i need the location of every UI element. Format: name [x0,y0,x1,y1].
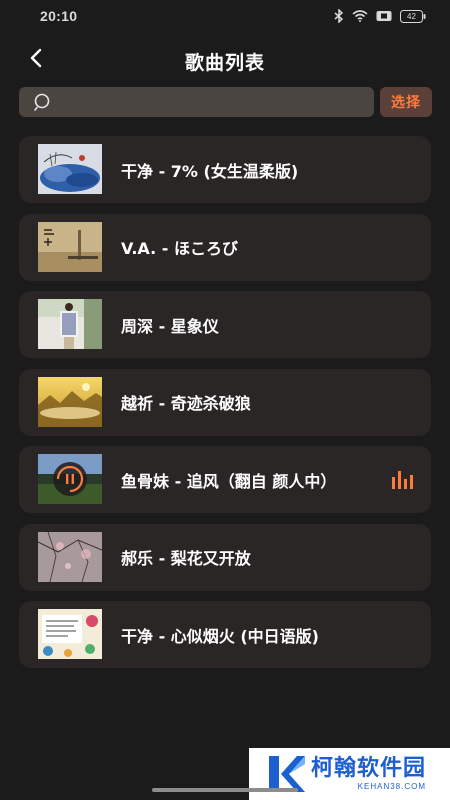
page-title: 歌曲列表 [184,52,265,74]
song-title: 干净 - 心似烟火 (中日语版) [121,626,319,646]
watermark: 柯翰软件园 KEHAN38.COM [249,748,450,800]
album-cover [38,531,102,582]
select-button[interactable]: 选择 [380,87,432,117]
song-item[interactable]: 越祈 - 奇迹杀破狼 [19,368,431,436]
song-item[interactable]: 周深 - 星象仪 [19,291,431,358]
watermark-url: KEHAN38.COM [357,781,427,791]
watermark-text: 柯翰软件园 KEHAN38.COM [311,755,427,791]
playing-equalizer-icon [391,469,413,489]
album-cover [38,144,102,194]
search-icon [33,92,53,112]
song-title: 郝乐 - 梨花又开放 [121,549,251,568]
status-icons: 42 [334,9,426,23]
wifi-icon [352,10,368,22]
song-item[interactable]: 郝乐 - 梨花又开放 [19,523,431,591]
screen: 20:10 42 歌曲列表 选择 干净 - 7% (女生温柔版) V.A. - … [0,0,450,800]
song-item[interactable]: V.A. - ほころび [19,213,431,281]
song-item[interactable]: 干净 - 心似烟火 (中日语版) [19,601,431,668]
bluetooth-icon [334,9,344,23]
album-cover [38,376,102,427]
song-title: 鱼骨妹 - 追风（翻自 颜人中） [121,471,337,491]
song-title: 周深 - 星象仪 [121,316,219,336]
song-list: 干净 - 7% (女生温柔版) V.A. - ほころび 周深 - 星象仪 越祈 … [19,136,431,679]
header: 歌曲列表 [0,40,450,80]
album-cover [38,221,102,272]
song-title: V.A. - ほころび [121,239,238,258]
status-time: 20:10 [40,8,78,24]
search-box[interactable] [19,87,374,117]
song-item[interactable]: 干净 - 7% (女生温柔版) [19,136,431,203]
search-input[interactable] [53,88,374,116]
home-indicator[interactable] [152,788,298,792]
song-item[interactable]: 鱼骨妹 - 追风（翻自 颜人中） [19,446,431,513]
album-cover [38,299,102,349]
album-cover [38,609,102,659]
battery-icon: 42 [400,9,426,23]
album-cover [38,454,102,504]
search-row: 选择 [19,87,433,117]
song-title: 干净 - 7% (女生温柔版) [121,161,299,181]
screen-record-icon [376,10,392,22]
song-title: 越祈 - 奇迹杀破狼 [121,394,251,413]
watermark-name: 柯翰软件园 [311,755,427,781]
status-bar: 20:10 42 [0,0,450,32]
battery-level: 42 [407,11,416,21]
